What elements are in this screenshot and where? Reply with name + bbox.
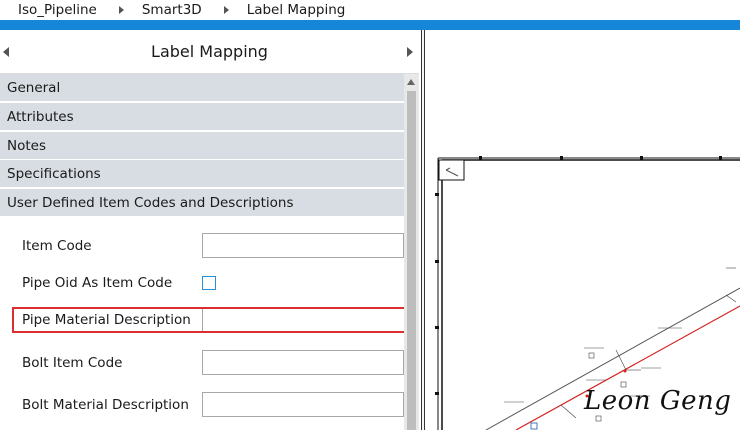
- isometric-drawing: [435, 156, 740, 430]
- section-specifications[interactable]: Specifications: [0, 160, 404, 188]
- section-general[interactable]: General: [0, 74, 404, 102]
- pipe-oid-label: Pipe Oid As Item Code: [22, 275, 173, 291]
- expand-right-icon[interactable]: [407, 47, 413, 57]
- breadcrumb: Iso_Pipeline Smart3D Label Mapping: [0, 0, 740, 20]
- item-code-label: Item Code: [22, 238, 92, 254]
- section-attributes[interactable]: Attributes: [0, 103, 404, 131]
- pipe-material-description-label: Pipe Material Description: [22, 312, 191, 328]
- item-code-input[interactable]: [202, 233, 404, 258]
- bolt-material-description-input[interactable]: [202, 392, 404, 417]
- breadcrumb-item-iso-pipeline[interactable]: Iso_Pipeline: [18, 2, 97, 18]
- bolt-item-code-input[interactable]: [202, 350, 404, 375]
- chevron-right-icon: [118, 6, 124, 14]
- chevron-right-icon: [223, 6, 229, 14]
- accent-bar: [0, 20, 740, 30]
- breadcrumb-item-smart3d[interactable]: Smart3D: [142, 2, 202, 18]
- scrollbar-thumb[interactable]: [407, 91, 416, 430]
- bolt-item-code-label: Bolt Item Code: [22, 355, 123, 371]
- drawing-preview[interactable]: [426, 30, 740, 430]
- section-user-defined-item-codes[interactable]: User Defined Item Codes and Descriptions: [0, 189, 404, 217]
- panel-title: Label Mapping: [151, 42, 268, 61]
- bolt-material-description-label: Bolt Material Description: [22, 397, 189, 413]
- breadcrumb-item-label-mapping[interactable]: Label Mapping: [247, 2, 346, 18]
- panel-header: Label Mapping: [0, 30, 419, 74]
- pipe-oid-checkbox[interactable]: [202, 276, 216, 290]
- scroll-up-icon[interactable]: [407, 79, 415, 85]
- section-notes[interactable]: Notes: [0, 132, 404, 160]
- pipe-material-description-input[interactable]: [202, 309, 404, 331]
- label-mapping-panel: Label Mapping General Attributes Notes S…: [0, 30, 419, 430]
- watermark-text: Leon Geng: [584, 386, 732, 416]
- scrollbar[interactable]: [404, 74, 419, 430]
- panel-splitter[interactable]: [421, 30, 425, 430]
